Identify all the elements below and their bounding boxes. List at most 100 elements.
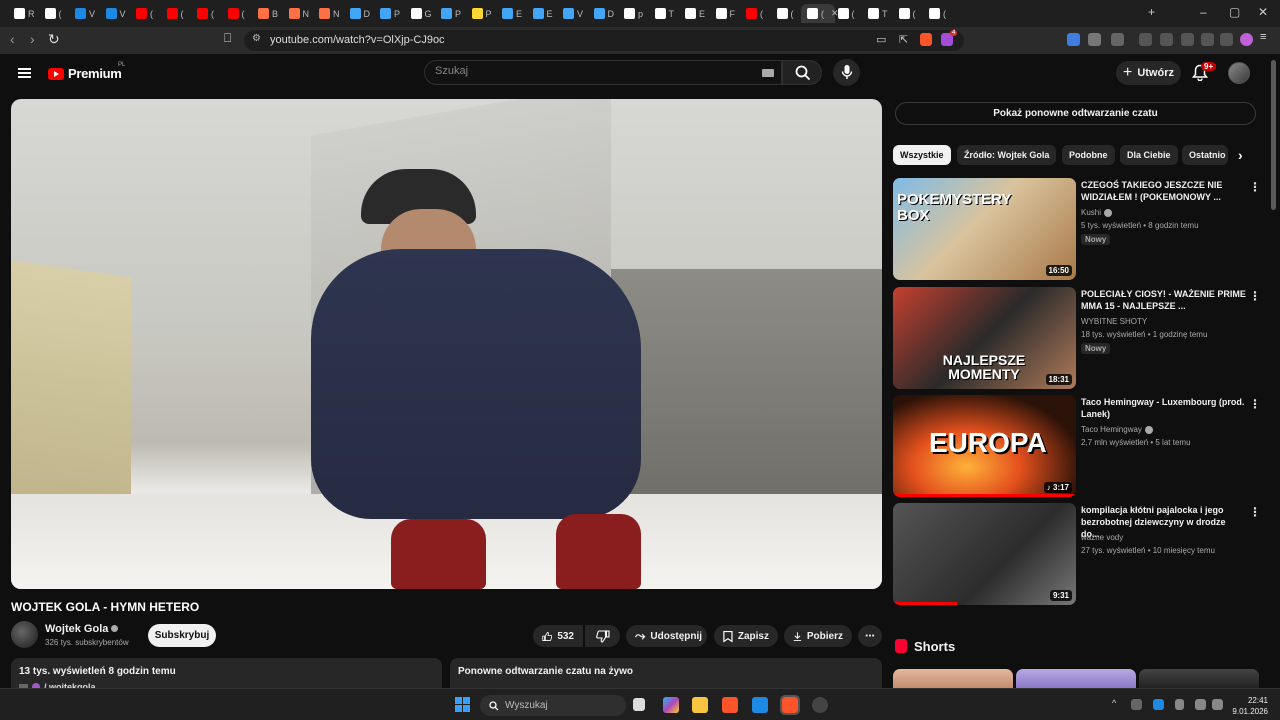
browser-tab[interactable]: E [679,4,709,23]
recommended-title[interactable]: Taco Hemingway - Luxembourg (prod. Lanek… [1081,396,1246,420]
filter-chip[interactable]: Wszystkie [893,145,951,165]
windows-start-icon[interactable] [455,697,470,712]
search-button[interactable] [782,60,822,85]
page-scrollbar[interactable] [1271,60,1276,210]
short-thumbnail-3[interactable] [1139,669,1259,688]
extension-icon-2[interactable] [1111,33,1124,46]
recommended-channel[interactable]: Kushi [1081,208,1113,217]
browser-tab[interactable]: T [649,4,679,23]
recommended-video[interactable]: NAJLEPSZE MOMENTY 18:31 POLECIAŁY CIOSY! -… [893,287,1273,389]
show-chat-replay-button[interactable]: Pokaż ponowne odtwarzanie czatu [895,102,1256,125]
forward-icon[interactable]: › [30,31,35,47]
recommended-video[interactable]: POKEMYSTERY BOX 16:50 CZEGOŚ TAKIEGO JESZC… [893,178,1273,280]
tray-icon-2[interactable] [1153,699,1164,710]
browser-tab[interactable]: G [405,4,435,23]
short-thumbnail-1[interactable] [893,669,1013,688]
search-input[interactable] [435,65,735,77]
subscribe-button[interactable]: Subskrybuj [148,624,216,647]
video-thumbnail[interactable]: EUROPA ♪ 3:17 [893,395,1076,497]
browser-menu-icon[interactable]: ≡ [1260,31,1273,44]
browser-tab[interactable]: ( [893,4,923,23]
dislike-button[interactable] [585,625,620,647]
taskbar-search[interactable]: Wyszukaj [480,695,626,716]
browser-tab[interactable]: ( [740,4,770,23]
recommended-channel[interactable]: WYBITNE SHOTY [1081,317,1147,326]
wallet-icon[interactable] [1181,33,1194,46]
browser-tab[interactable]: D [588,4,618,23]
more-actions-button[interactable]: ⋯ [858,625,882,647]
download-button[interactable]: Pobierz [784,625,852,647]
maximize-icon[interactable]: ▢ [1229,5,1240,19]
task-view-icon[interactable] [633,698,645,711]
browser-tab[interactable]: V [557,4,587,23]
short-thumbnail-2[interactable] [1016,669,1136,688]
more-vertical-icon[interactable]: ⋮ [1249,505,1261,519]
browser-tab[interactable]: (✕ [801,4,839,23]
close-window-icon[interactable]: ✕ [1258,5,1268,19]
browser-tab[interactable]: ( [191,4,221,23]
account-avatar[interactable] [1228,62,1250,84]
browser-tab[interactable]: V [69,4,99,23]
share-button[interactable]: ⤳ Udostępnij [626,625,707,647]
keyboard-icon[interactable] [762,69,774,77]
sidebar-icon[interactable] [1160,33,1173,46]
youtube-premium-logo[interactable]: Premium PL [48,62,125,81]
media-icon[interactable] [1139,33,1152,46]
browser-tab[interactable]: E [527,4,557,23]
extension-icon-1[interactable] [1067,33,1080,46]
browser-tab[interactable]: V [100,4,130,23]
copilot-icon[interactable] [663,697,679,713]
recommended-video[interactable]: 9:31 kompilacja kłótni pajalocka i jego b… [893,503,1273,605]
browser-tab[interactable]: N [313,4,343,23]
site-info-icon[interactable]: ⚙ [252,33,261,44]
minimize-icon[interactable]: – [1200,5,1207,19]
filter-chip[interactable]: Podobne [1062,145,1115,165]
browser-tab[interactable]: E [496,4,526,23]
new-tab-button[interactable]: + [1148,5,1155,19]
reload-icon[interactable]: ↻ [48,31,60,48]
recommended-video[interactable]: EUROPA ♪ 3:17 Taco Hemingway - Luxembourg … [893,395,1273,497]
browser-tab[interactable]: D [344,4,374,23]
system-clock[interactable]: 22:41 9.01.2026 [1228,695,1268,717]
profile-icon[interactable] [1240,33,1253,46]
browser-tab[interactable]: B [252,4,282,23]
browser-tab[interactable]: R [8,4,38,23]
recommended-title[interactable]: CZEGOŚ TAKIEGO JESZCZE NIE WIDZIAŁEM ! (… [1081,179,1246,203]
like-button[interactable]: 532 [533,625,583,647]
microphone-tray-icon[interactable] [1175,699,1184,710]
browser-tab[interactable]: ( [222,4,252,23]
browser-tab[interactable]: T [862,4,892,23]
brave-active-icon[interactable] [780,695,800,715]
browser-tab[interactable]: P [466,4,496,23]
save-button[interactable]: Zapisz [714,625,778,647]
browser-tab[interactable]: ( [39,4,69,23]
tray-icon-1[interactable] [1131,699,1142,710]
video-thumbnail[interactable]: POKEMYSTERY BOX 16:50 [893,178,1076,280]
brave-shield-icon[interactable] [920,33,932,46]
network-icon[interactable] [1195,699,1206,710]
vpn-icon[interactable] [1220,33,1233,46]
channel-avatar[interactable] [11,621,38,648]
recommended-title[interactable]: POLECIAŁY CIOSY! - WAŻENIE PRIME MMA 15 … [1081,288,1246,312]
more-vertical-icon[interactable]: ⋮ [1249,289,1261,303]
more-vertical-icon[interactable]: ⋮ [1249,180,1261,194]
extension-puzzle-icon[interactable] [1088,33,1101,46]
channel-name[interactable]: Wojtek Gola [45,623,119,635]
filter-chip[interactable]: Źródło: Wojtek Gola [957,145,1057,165]
brave-browser-icon[interactable] [722,697,738,713]
app-icon[interactable] [812,697,828,713]
video-thumbnail[interactable]: 9:31 [893,503,1076,605]
chips-next-icon[interactable]: › [1238,147,1243,163]
create-button[interactable]: + Utwórz [1116,61,1181,85]
browser-tab[interactable]: ( [832,4,862,23]
filter-chip[interactable]: Ostatnio [1182,145,1228,165]
cast-icon[interactable]: ▭ [876,33,886,46]
recommended-channel[interactable]: Taco Hemingway [1081,425,1153,434]
browser-tab[interactable]: ( [161,4,191,23]
volume-icon[interactable] [1212,699,1223,710]
browser-tab[interactable]: ( [771,4,801,23]
recommended-channel[interactable]: ważne vody [1081,533,1123,542]
bookmark-icon[interactable]: ⎕ [224,31,231,46]
video-thumbnail[interactable]: NAJLEPSZE MOMENTY 18:31 [893,287,1076,389]
search-box[interactable] [424,60,782,85]
